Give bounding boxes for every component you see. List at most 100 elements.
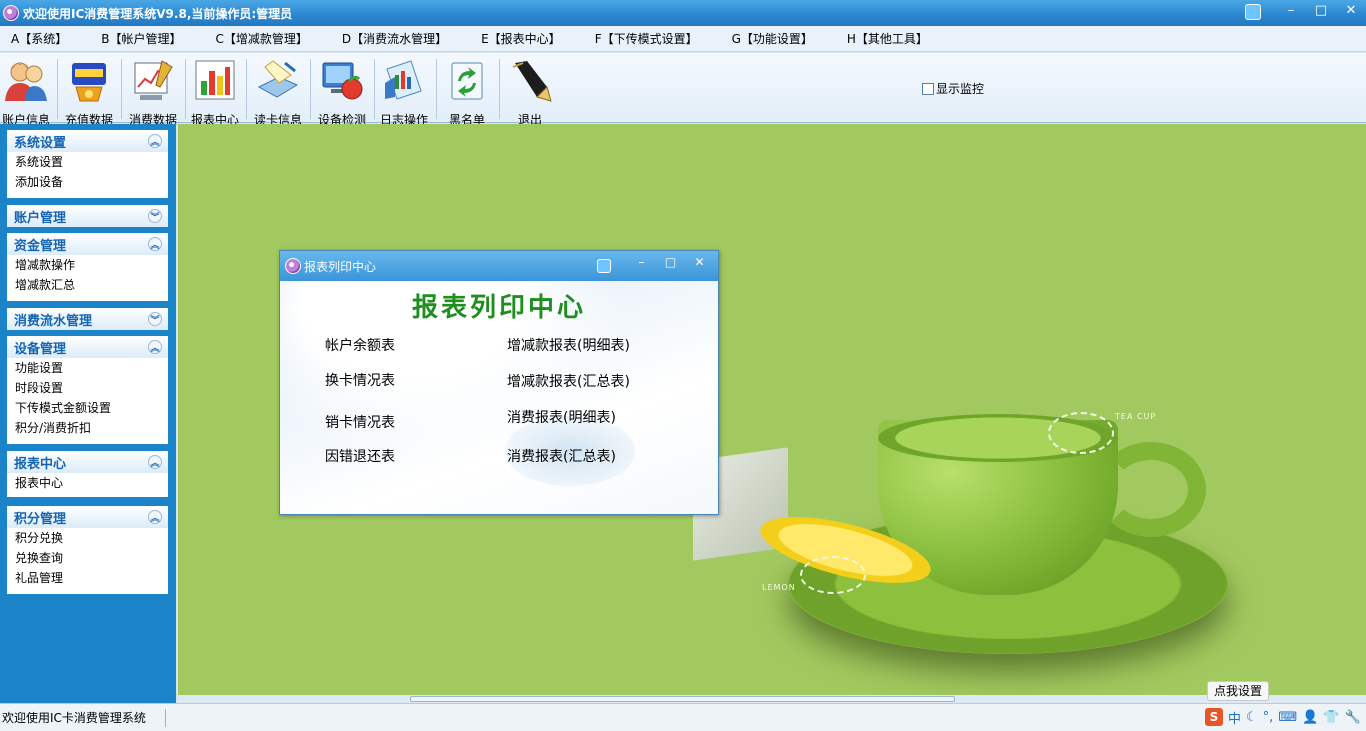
- tool-report-center[interactable]: 报表中心: [189, 53, 241, 127]
- collapse-icon[interactable]: ︽: [148, 237, 162, 251]
- collapse-icon[interactable]: ︽: [148, 455, 162, 469]
- sidebar-group-header[interactable]: 报表中心 ︽: [7, 451, 168, 473]
- scrollbar-thumb[interactable]: [410, 696, 955, 702]
- maximize-button[interactable]: □: [1306, 0, 1336, 20]
- menu-tools[interactable]: H【其他工具】: [836, 30, 928, 47]
- group-title: 消费流水管理: [14, 313, 93, 329]
- sidebar-item-time-settings[interactable]: 时段设置: [7, 378, 168, 398]
- toolbar: 账户信息 充值数据 消费数据 报表中心 读卡信息 设备检测 日志操作 黑名单 退…: [0, 53, 1366, 127]
- card-reader-icon: [255, 57, 301, 103]
- group-title: 设备管理: [14, 341, 67, 357]
- wallpaper-text: LEMON: [762, 583, 796, 592]
- horizontal-scrollbar[interactable]: [178, 695, 1366, 703]
- toolbar-divider: [246, 59, 247, 119]
- users-icon: [3, 57, 49, 103]
- ime-mode-label[interactable]: 中: [1228, 708, 1241, 727]
- menu-flow[interactable]: D【消费流水管理】: [331, 30, 447, 47]
- sidebar-group-header[interactable]: 资金管理 ︽: [7, 233, 168, 255]
- collapse-icon[interactable]: ︽: [148, 340, 162, 354]
- sidebar-group-header[interactable]: 积分管理 ︽: [7, 506, 168, 528]
- group-title: 账户管理: [14, 210, 67, 226]
- dialog-skin-icon[interactable]: [597, 259, 611, 273]
- ime-logo-icon[interactable]: S: [1205, 708, 1223, 726]
- sidebar-item-adjust-summary[interactable]: 增减款汇总: [7, 275, 168, 295]
- tool-account-info[interactable]: 账户信息: [0, 53, 52, 127]
- expand-icon[interactable]: ︾: [148, 209, 162, 223]
- dialog-title-bar[interactable]: 报表列印中心 – □ ✕: [280, 251, 718, 281]
- monitor-checkbox[interactable]: [922, 82, 934, 95]
- menu-account[interactable]: B【帐户管理】: [90, 30, 181, 47]
- tool-blacklist[interactable]: 黑名单: [442, 53, 492, 127]
- report-consumption-detail[interactable]: 消费报表(明细表): [507, 407, 616, 427]
- sidebar-item-add-device[interactable]: 添加设备: [7, 172, 168, 192]
- tool-exit[interactable]: 退出: [506, 53, 554, 127]
- report-card-replacement[interactable]: 换卡情况表: [325, 370, 395, 390]
- report-adjust-summary[interactable]: 增减款报表(汇总表): [507, 371, 630, 391]
- sidebar-group-header[interactable]: 消费流水管理 ︾: [7, 308, 168, 330]
- group-title: 报表中心: [14, 456, 67, 472]
- sidebar-group-header[interactable]: 系统设置 ︽: [7, 130, 168, 152]
- exit-pen-icon: [507, 57, 553, 103]
- tool-recharge[interactable]: 充值数据: [62, 53, 116, 127]
- consumption-chart-icon: [130, 57, 176, 103]
- sidebar-item-points-exchange[interactable]: 积分兑换: [7, 528, 168, 548]
- keyboard-icon[interactable]: ⌨: [1278, 710, 1297, 725]
- report-adjust-detail[interactable]: 增减款报表(明细表): [507, 335, 630, 355]
- wallpaper-ring: [800, 556, 866, 594]
- sidebar-group-header[interactable]: 设备管理 ︽: [7, 336, 168, 358]
- toolbar-divider: [310, 59, 311, 119]
- shirt-icon[interactable]: 👕: [1323, 710, 1339, 725]
- sidebar-item-download-amount[interactable]: 下传模式金额设置: [7, 398, 168, 418]
- tool-consumption[interactable]: 消费数据: [126, 53, 180, 127]
- window-title: 欢迎使用IC消费管理系统V9.8,当前操作员:管理员: [23, 6, 293, 21]
- user-icon[interactable]: 👤: [1302, 710, 1318, 725]
- group-title: 资金管理: [14, 238, 67, 254]
- tool-log[interactable]: 日志操作: [377, 53, 431, 127]
- sidebar-group-header[interactable]: 账户管理 ︾: [7, 205, 168, 227]
- sidebar-item-report-center[interactable]: 报表中心: [7, 473, 168, 493]
- punctuation-icon[interactable]: °,: [1263, 710, 1274, 725]
- dialog-minimize-button[interactable]: –: [627, 251, 656, 273]
- report-account-balance[interactable]: 帐户余额表: [325, 335, 395, 355]
- report-consumption-summary[interactable]: 消费报表(汇总表): [507, 446, 616, 466]
- moon-icon[interactable]: ☾: [1246, 710, 1258, 725]
- sidebar-item-function-settings[interactable]: 功能设置: [7, 358, 168, 378]
- report-error-refund[interactable]: 因错退还表: [325, 446, 395, 466]
- tool-device-check[interactable]: 设备检测: [315, 53, 369, 127]
- device-check-icon: [319, 57, 365, 103]
- dialog-close-button[interactable]: ✕: [685, 251, 714, 273]
- wrench-icon[interactable]: 🔧: [1344, 710, 1360, 725]
- sidebar: 系统设置 ︽ 系统设置 添加设备 账户管理 ︾ 资金管理 ︽ 增减款操作 增减款…: [0, 124, 176, 703]
- close-button[interactable]: ✕: [1336, 0, 1366, 20]
- status-bar: 欢迎使用IC卡消费管理系统: [0, 703, 1366, 731]
- monitor-toggle[interactable]: 显示监控: [922, 80, 984, 97]
- menu-download-mode[interactable]: F【下传模式设置】: [584, 30, 698, 47]
- ime-settings-tooltip[interactable]: 点我设置: [1207, 681, 1270, 701]
- menu-adjust[interactable]: C【增减款管理】: [204, 30, 307, 47]
- tool-read-card[interactable]: 读卡信息: [251, 53, 305, 127]
- skin-icon[interactable]: [1245, 4, 1261, 20]
- menu-system[interactable]: A【系统】: [0, 30, 67, 47]
- sidebar-item-exchange-query[interactable]: 兑换查询: [7, 548, 168, 568]
- report-card-cancellation[interactable]: 销卡情况表: [325, 412, 395, 432]
- dialog-maximize-button[interactable]: □: [656, 251, 685, 273]
- minimize-button[interactable]: –: [1276, 0, 1306, 20]
- dialog-title: 报表列印中心: [304, 259, 377, 274]
- bar-chart-icon: [192, 57, 238, 103]
- status-text: 欢迎使用IC卡消费管理系统: [0, 708, 166, 727]
- app-icon: [3, 5, 19, 21]
- group-title: 积分管理: [14, 511, 67, 527]
- expand-icon[interactable]: ︾: [148, 312, 162, 326]
- collapse-icon[interactable]: ︽: [148, 134, 162, 148]
- sidebar-item-adjust-operation[interactable]: 增减款操作: [7, 255, 168, 275]
- dialog-body: 报表列印中心 帐户余额表 换卡情况表 销卡情况表 因错退还表 增减款报表(明细表…: [280, 281, 718, 514]
- collapse-icon[interactable]: ︽: [148, 510, 162, 524]
- sidebar-item-gift-management[interactable]: 礼品管理: [7, 568, 168, 588]
- menu-function[interactable]: G【功能设置】: [721, 30, 813, 47]
- sidebar-group-report: 报表中心 ︽ 报表中心: [7, 451, 168, 497]
- sidebar-item-system-settings[interactable]: 系统设置: [7, 152, 168, 172]
- wallpaper-text: TEA CUP: [1115, 412, 1157, 421]
- sidebar-item-points-discount[interactable]: 积分/消费折扣: [7, 418, 168, 438]
- dialog-app-icon: [285, 258, 301, 274]
- menu-report[interactable]: E【报表中心】: [470, 30, 561, 47]
